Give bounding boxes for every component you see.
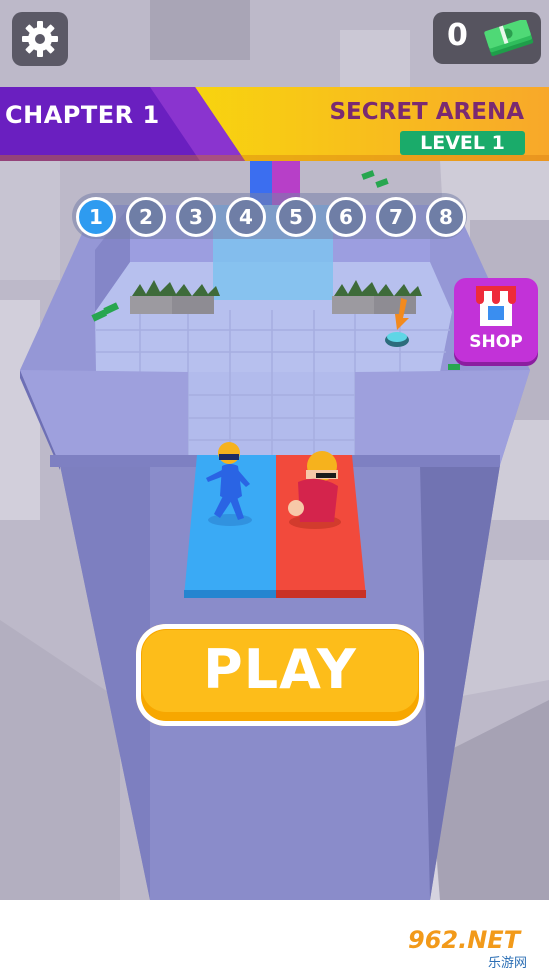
money-counter: 0: [433, 12, 541, 64]
chapter-title: CHAPTER 1: [5, 101, 160, 129]
stage-3: 3: [176, 197, 216, 237]
play-button[interactable]: PLAY: [136, 624, 424, 726]
watermark-subtext: 乐游网: [488, 956, 528, 971]
stage-5: 5: [276, 197, 316, 237]
chapter-banner: CHAPTER 1 SECRET ARENA LEVEL 1: [0, 87, 549, 161]
play-label: PLAY: [203, 638, 357, 701]
gear-icon: [22, 21, 58, 57]
shop-button[interactable]: SHOP: [454, 278, 538, 362]
stage-7: 7: [376, 197, 416, 237]
storefront-icon: [476, 286, 516, 326]
settings-button[interactable]: [12, 12, 68, 66]
shop-label: SHOP: [469, 332, 523, 352]
game-viewport: 0 CHAPTER 1 SECRET ARENA LEVEL 1 1 2 3 4…: [0, 0, 549, 900]
level-badge: LEVEL 1: [400, 131, 525, 155]
stage-progress: 1 2 3 4 5 6 7 8: [72, 193, 467, 239]
stage-8: 8: [426, 197, 466, 237]
money-count: 0: [447, 18, 468, 53]
stage-2: 2: [126, 197, 166, 237]
watermark-text: 962.NET: [408, 926, 521, 954]
stage-1: 1: [76, 197, 116, 237]
watermark: 962.NET 乐游网: [408, 926, 544, 972]
stage-4: 4: [226, 197, 266, 237]
stage-6: 6: [326, 197, 366, 237]
cash-stack-icon: [484, 20, 534, 56]
arena-title: SECRET ARENA: [329, 99, 524, 125]
